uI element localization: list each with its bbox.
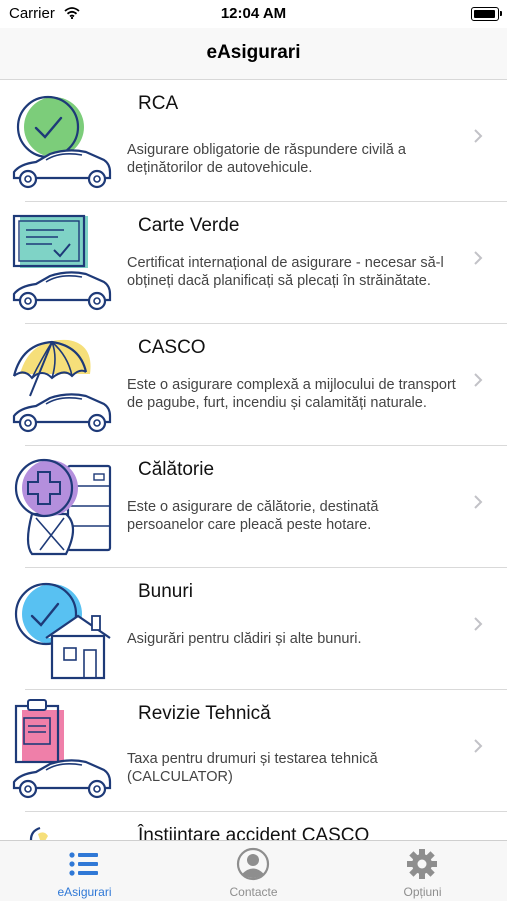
item-title: Înștiințare accident CASCO [138, 825, 370, 840]
chevron-right-icon [474, 129, 483, 143]
gear-icon [407, 849, 437, 879]
clipboard-car-icon [12, 699, 112, 799]
list-item-carte-verde[interactable]: Carte Verde Certificat internațional de … [0, 202, 507, 324]
item-title: Bunuri [138, 581, 193, 602]
house-check-icon [14, 582, 111, 680]
tab-label: Opțiuni [403, 885, 442, 899]
tab-label: Contacte [229, 885, 278, 899]
chevron-right-icon [474, 373, 483, 387]
list-item-rca[interactable]: RCA Asigurare obligatorie de răspundere … [0, 80, 507, 202]
list-item-instiintare-accident[interactable]: Înștiințare accident CASCO [0, 812, 507, 840]
contact-icon [236, 847, 270, 881]
certificate-car-icon [12, 214, 112, 311]
item-description: Este o asigurare de călătorie, destinată… [127, 499, 379, 533]
medical-luggage-icon [14, 458, 112, 556]
page-title: eAsigurari [206, 42, 301, 63]
item-title: RCA [138, 93, 179, 114]
tab-bar: eAsigurari Contacte Opțiuni [0, 840, 507, 901]
list-item-casco[interactable]: CASCO Este o asigurare complexă a mijloc… [0, 324, 507, 446]
item-description: Certificat internațional de asigurare - … [127, 255, 444, 289]
tab-label: eAsigurari [57, 885, 112, 899]
item-description: Taxa pentru drumuri și testarea tehnică … [127, 751, 378, 785]
item-title: Revizie Tehnică [138, 703, 271, 724]
item-title: Călătorie [138, 459, 215, 480]
battery-icon [471, 7, 502, 21]
list-item-bunuri[interactable]: Bunuri Asigurări pentru clădiri și alte … [0, 568, 507, 690]
tab-optiuni[interactable]: Opțiuni [338, 841, 507, 901]
chevron-right-icon [474, 739, 483, 753]
chevron-right-icon [474, 495, 483, 509]
umbrella-car-icon [12, 339, 112, 433]
tab-easigurari[interactable]: eAsigurari [0, 841, 169, 901]
list-item-revizie-tehnica[interactable]: Revizie Tehnică Taxa pentru drumuri și t… [0, 690, 507, 812]
insurance-list[interactable]: RCA Asigurare obligatorie de răspundere … [0, 80, 507, 840]
accident-icon [29, 826, 48, 840]
tab-contacte[interactable]: Contacte [169, 841, 338, 901]
rca-check-car-icon [12, 95, 112, 189]
status-bar: Carrier 12:04 AM [0, 0, 507, 28]
navigation-bar: eAsigurari [0, 28, 507, 80]
list-icon [69, 852, 98, 876]
item-title: CASCO [138, 337, 206, 358]
item-description: Este o asigurare complexă a mijlocului d… [127, 377, 456, 411]
chevron-right-icon [474, 251, 483, 265]
chevron-right-icon [474, 617, 483, 631]
item-title: Carte Verde [138, 215, 240, 236]
item-description: Asigurări pentru clădiri și alte bunuri. [127, 631, 362, 647]
item-description: Asigurare obligatorie de răspundere civi… [127, 142, 406, 176]
list-item-calatorie[interactable]: Călătorie Este o asigurare de călătorie,… [0, 446, 507, 568]
status-time: 12:04 AM [220, 5, 287, 22]
